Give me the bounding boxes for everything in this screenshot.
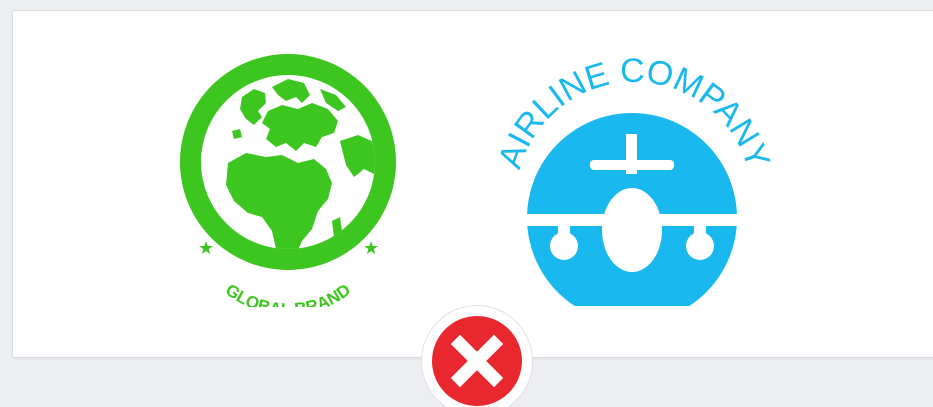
star-icon: ★ [198, 238, 214, 259]
star-icon: ★ [363, 238, 379, 259]
close-icon [450, 334, 504, 388]
global-brand-text: GLOBAL BRAND [222, 280, 354, 307]
global-brand-logo: GLOBAL BRAND ★ ★ [170, 45, 406, 307]
status-badge-frame [421, 305, 533, 407]
airplane-icon: AIRLINE COMPANY [491, 52, 777, 306]
svg-text:GLOBAL BRAND: GLOBAL BRAND [222, 280, 354, 307]
reject-button[interactable] [432, 316, 522, 406]
logo-comparison-panel: GLOBAL BRAND ★ ★ AIRLINE COMPANY [0, 0, 933, 407]
airline-company-logo: AIRLINE COMPANY [478, 38, 788, 306]
globe-icon: GLOBAL BRAND ★ ★ [180, 54, 396, 307]
